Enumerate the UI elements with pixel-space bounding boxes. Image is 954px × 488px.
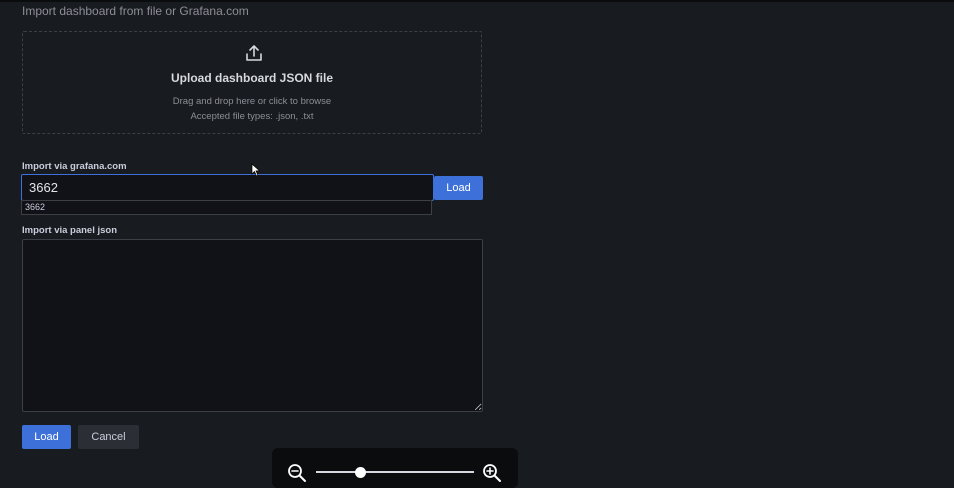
zoom-controls (272, 448, 518, 488)
zoom-in-icon[interactable] (482, 463, 502, 483)
upload-icon (246, 45, 262, 61)
upload-dropzone[interactable]: Upload dashboard JSON file Drag and drop… (22, 31, 482, 134)
load-button[interactable]: Load (22, 425, 71, 449)
dropzone-accepted-types: Accepted file types: .json, .txt (190, 111, 314, 122)
top-divider (0, 0, 954, 2)
zoom-slider-handle[interactable] (354, 467, 366, 478)
mouse-cursor-icon (251, 163, 261, 177)
load-grafana-button[interactable]: Load (434, 176, 483, 200)
page-subtitle: Import dashboard from file or Grafana.co… (22, 4, 249, 18)
panel-json-textarea[interactable] (22, 239, 483, 412)
dropzone-hint: Drag and drop here or click to browse (172, 96, 332, 107)
zoom-out-icon[interactable] (287, 463, 307, 483)
zoom-slider-track[interactable] (316, 471, 474, 473)
autocomplete-suggestion[interactable]: 3662 (21, 200, 432, 215)
grafana-id-input[interactable] (21, 174, 434, 201)
cancel-button[interactable]: Cancel (78, 425, 139, 449)
grafana-import-label: Import via grafana.com (22, 161, 127, 172)
dropzone-title: Upload dashboard JSON file (170, 71, 334, 85)
panel-json-label: Import via panel json (22, 225, 118, 236)
